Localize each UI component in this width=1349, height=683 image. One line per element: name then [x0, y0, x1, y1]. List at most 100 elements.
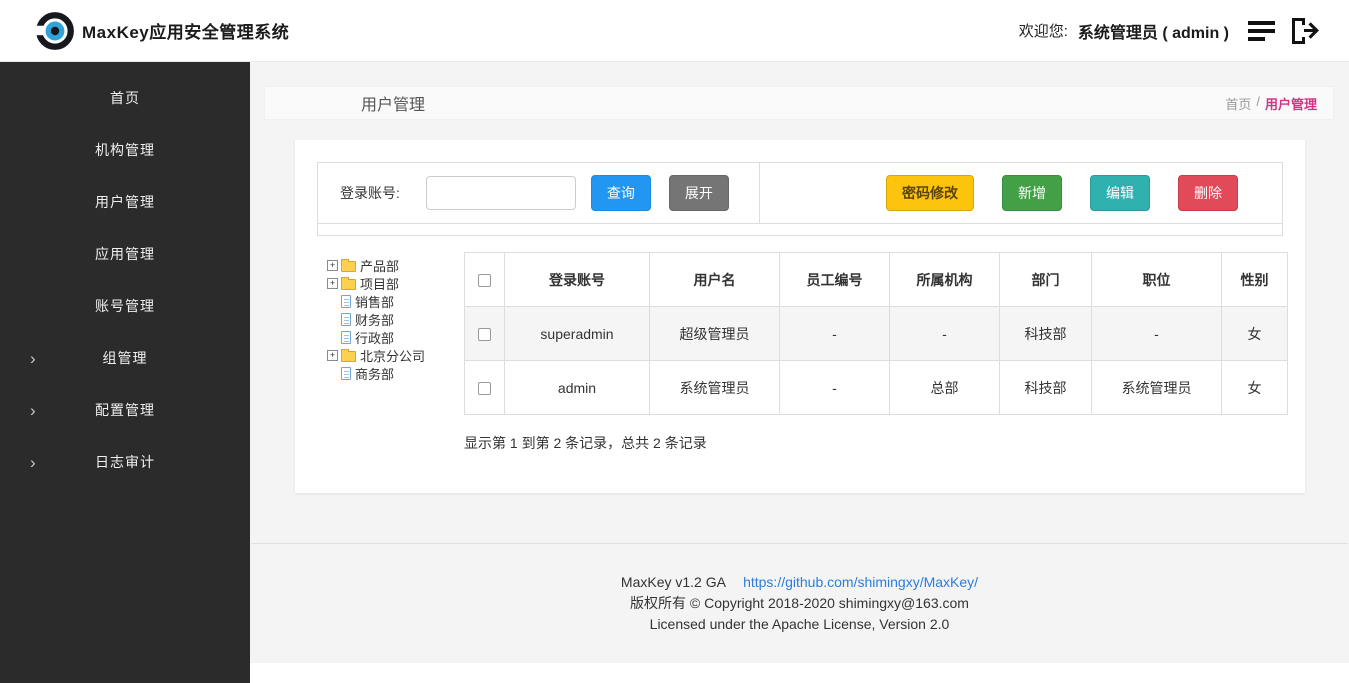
column-header[interactable]: 所属机构 — [890, 253, 1000, 307]
sidebar: 首页机构管理用户管理应用管理账号管理›组管理›配置管理›日志审计 — [0, 62, 250, 683]
table-cell: 总部 — [890, 361, 1000, 415]
table-cell: 系统管理员 — [650, 361, 780, 415]
row-checkbox-cell — [465, 307, 505, 361]
column-header[interactable]: 性别 — [1222, 253, 1288, 307]
select-all-cell — [465, 253, 505, 307]
breadcrumb-current: 用户管理 — [1265, 94, 1317, 113]
pagination-summary: 显示第 1 到第 2 条记录，总共 2 条记录 — [464, 433, 1288, 453]
tree-expand-icon[interactable]: + — [327, 260, 338, 271]
tree-node[interactable]: + 产品部 — [327, 256, 464, 274]
footer-version-line: MaxKey v1.2 GA https://github.com/shimin… — [251, 572, 1348, 593]
table-cell: 科技部 — [1000, 307, 1092, 361]
current-user-label: 系统管理员 ( admin ) — [1078, 19, 1229, 43]
tree-expand-icon[interactable]: + — [327, 350, 338, 361]
tree-node[interactable]: 销售部 — [327, 292, 464, 310]
tree-node-label: 项目部 — [360, 274, 399, 293]
chevron-right-icon: › — [30, 402, 37, 419]
row-checkbox-cell — [465, 361, 505, 415]
breadcrumb-home-link[interactable]: 首页 — [1225, 94, 1251, 113]
maxkey-logo-icon — [34, 10, 76, 52]
sidebar-item-account[interactable]: 账号管理 — [0, 280, 250, 332]
breadcrumb-separator: / — [1256, 94, 1260, 113]
tree-node-label: 产品部 — [360, 256, 399, 275]
column-header[interactable]: 职位 — [1092, 253, 1222, 307]
table-cell: - — [780, 307, 890, 361]
footer-license: Licensed under the Apache License, Versi… — [251, 614, 1348, 635]
user-table: 登录账号用户名员工编号所属机构部门职位性别 superadmin超级管理员--科… — [464, 252, 1288, 415]
column-header[interactable]: 用户名 — [650, 253, 780, 307]
tree-expand-icon[interactable]: + — [327, 278, 338, 289]
folder-icon — [341, 261, 356, 272]
login-account-label: 登录账号: — [340, 183, 400, 203]
query-button[interactable]: 查询 — [591, 175, 651, 211]
login-account-input[interactable] — [426, 176, 576, 210]
action-buttons: 密码修改 新增 编辑 删除 — [886, 175, 1282, 211]
column-header[interactable]: 部门 — [1000, 253, 1092, 307]
table-cell: 科技部 — [1000, 361, 1092, 415]
tree-node-label: 行政部 — [355, 328, 394, 347]
app-header: MaxKey应用安全管理系统 欢迎您: 系统管理员 ( admin ) — [0, 0, 1349, 62]
content-body: + 产品部 + 项目部销售部财务部行政部 + 北京分公司商务部 登录账号用户名员工编号所属… — [317, 252, 1283, 453]
sidebar-item-user[interactable]: 用户管理 — [0, 176, 250, 228]
sidebar-item-config[interactable]: ›配置管理 — [0, 384, 250, 436]
footer-version: MaxKey v1.2 GA — [621, 574, 725, 590]
folder-icon — [341, 279, 356, 290]
tree-node[interactable]: 商务部 — [327, 364, 464, 382]
table-row[interactable]: superadmin超级管理员--科技部-女 — [465, 307, 1288, 361]
tree-node[interactable]: 财务部 — [327, 310, 464, 328]
brand[interactable]: MaxKey应用安全管理系统 — [34, 10, 289, 52]
header-right: 欢迎您: 系统管理员 ( admin ) — [1019, 16, 1321, 46]
welcome-label: 欢迎您: — [1019, 20, 1068, 41]
edit-button[interactable]: 编辑 — [1090, 175, 1150, 211]
sidebar-item-app[interactable]: 应用管理 — [0, 228, 250, 280]
search-group: 登录账号: 查询 展开 — [340, 163, 760, 223]
sidebar-item-label: 日志审计 — [95, 452, 155, 472]
delete-button[interactable]: 删除 — [1178, 175, 1238, 211]
footer-copyright: 版权所有 © Copyright 2018-2020 shimingxy@163… — [251, 593, 1348, 614]
bottom-strip — [250, 663, 1349, 683]
breadcrumb-bar: 用户管理 首页 / 用户管理 — [264, 86, 1334, 120]
tree-node-label: 销售部 — [355, 292, 394, 311]
folder-icon — [341, 351, 356, 362]
sidebar-item-label: 组管理 — [103, 348, 148, 368]
row-checkbox[interactable] — [478, 382, 491, 395]
table-area: 登录账号用户名员工编号所属机构部门职位性别 superadmin超级管理员--科… — [464, 252, 1288, 453]
table-row[interactable]: admin系统管理员-总部科技部系统管理员女 — [465, 361, 1288, 415]
search-toolbar: 登录账号: 查询 展开 密码修改 新增 编辑 删除 — [317, 162, 1283, 224]
add-button[interactable]: 新增 — [1002, 175, 1062, 211]
table-cell: - — [780, 361, 890, 415]
breadcrumb: 首页 / 用户管理 — [1225, 94, 1317, 113]
sidebar-item-org[interactable]: 机构管理 — [0, 124, 250, 176]
table-cell: admin — [505, 361, 650, 415]
sidebar-item-label: 应用管理 — [95, 244, 155, 264]
sidebar-item-home[interactable]: 首页 — [0, 72, 250, 124]
sidebar-item-label: 首页 — [110, 88, 140, 108]
sidebar-item-group[interactable]: ›组管理 — [0, 332, 250, 384]
column-header[interactable]: 登录账号 — [505, 253, 650, 307]
sidebar-item-label: 用户管理 — [95, 192, 155, 212]
user-table-body: superadmin超级管理员--科技部-女admin系统管理员-总部科技部系统… — [465, 307, 1288, 415]
select-all-checkbox[interactable] — [478, 274, 491, 287]
menu-icon[interactable] — [1247, 19, 1277, 43]
table-cell: 女 — [1222, 307, 1288, 361]
sidebar-item-audit[interactable]: ›日志审计 — [0, 436, 250, 488]
table-cell: - — [1092, 307, 1222, 361]
column-header[interactable]: 员工编号 — [780, 253, 890, 307]
expand-button[interactable]: 展开 — [669, 175, 729, 211]
table-cell: 系统管理员 — [1092, 361, 1222, 415]
logout-icon[interactable] — [1287, 16, 1321, 46]
file-icon — [341, 295, 351, 308]
tree-node[interactable]: + 北京分公司 — [327, 346, 464, 364]
main-area: 用户管理 首页 / 用户管理 登录账号: 查询 展开 密码修改 新增 编辑 删除… — [250, 62, 1349, 683]
row-checkbox[interactable] — [478, 328, 491, 341]
table-cell: - — [890, 307, 1000, 361]
sidebar-item-label: 账号管理 — [95, 296, 155, 316]
sidebar-item-label: 机构管理 — [95, 140, 155, 160]
change-password-button[interactable]: 密码修改 — [886, 175, 974, 211]
footer: MaxKey v1.2 GA https://github.com/shimin… — [251, 543, 1348, 635]
footer-github-link[interactable]: https://github.com/shimingxy/MaxKey/ — [743, 574, 978, 590]
tree-node[interactable]: + 项目部 — [327, 274, 464, 292]
tree-node[interactable]: 行政部 — [327, 328, 464, 346]
tree-node-label: 北京分公司 — [360, 346, 425, 365]
user-table-head-row: 登录账号用户名员工编号所属机构部门职位性别 — [465, 253, 1288, 307]
